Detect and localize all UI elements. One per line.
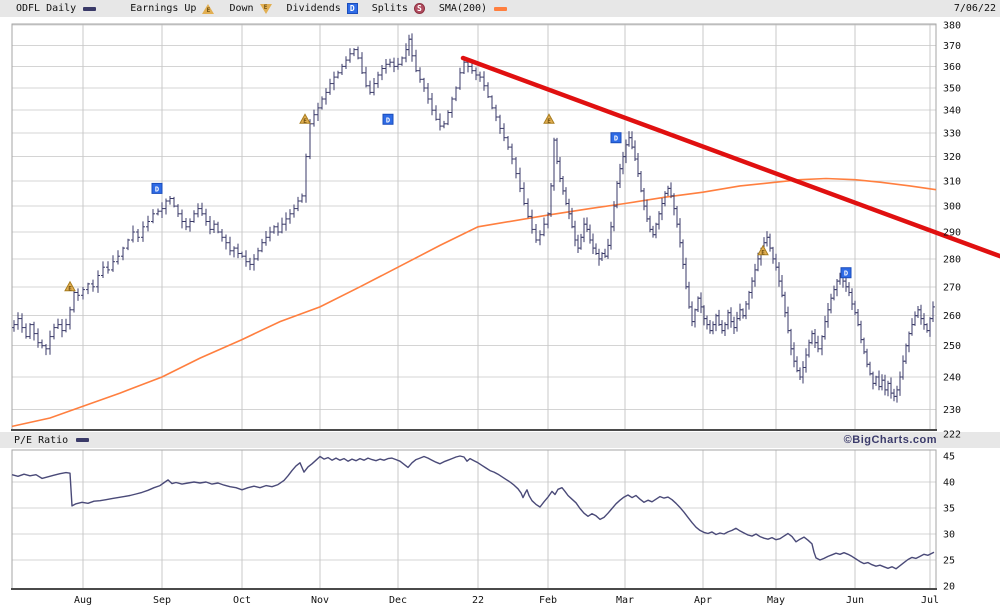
month-label: Aug — [74, 595, 92, 606]
pe-ratio-line — [11, 455, 935, 570]
earnings-up-marker: E — [757, 244, 769, 256]
month-label: Jul — [921, 595, 939, 606]
main-y-tick: 280 — [943, 254, 961, 265]
pe-y-tick: 35 — [943, 504, 955, 515]
month-label: Dec — [389, 595, 407, 606]
main-y-tick: 222 — [943, 430, 961, 441]
main-y-tick: 370 — [943, 41, 961, 52]
svg-text:E: E — [303, 118, 307, 125]
main-y-tick: 240 — [943, 373, 961, 384]
main-y-tick: 230 — [943, 405, 961, 416]
event-markers: E E E E D D D D — [64, 113, 852, 292]
main-y-tick: 290 — [943, 228, 961, 239]
svg-text:D: D — [844, 270, 848, 278]
month-label: 22 — [472, 595, 484, 606]
main-y-tick: 270 — [943, 282, 961, 293]
pe-y-tick: 20 — [943, 582, 955, 593]
sma200-line — [11, 177, 937, 428]
pe-y-tick: 40 — [943, 478, 955, 489]
dividend-marker: D — [151, 182, 163, 194]
dividend-marker: D — [610, 132, 622, 144]
month-label: May — [767, 595, 785, 606]
main-y-tick: 330 — [943, 129, 961, 140]
main-y-tick: 320 — [943, 152, 961, 163]
pe-y-tick: 25 — [943, 556, 955, 567]
gridlines — [11, 23, 937, 590]
price-bars — [12, 33, 935, 403]
month-label: Apr — [694, 595, 712, 606]
month-label: Jun — [846, 595, 864, 606]
main-y-tick: 350 — [943, 83, 961, 94]
month-label: Sep — [153, 595, 171, 606]
bigcharts-stock-chart: ODFL Daily Earnings Up E Down E Dividend… — [0, 0, 1000, 608]
svg-text:D: D — [614, 135, 618, 143]
main-y-tick: 340 — [943, 106, 961, 117]
svg-text:D: D — [155, 185, 159, 193]
month-label: Mar — [616, 595, 634, 606]
main-y-tick: 360 — [943, 62, 961, 73]
chart-canvas: E E E E D D D D 380 370 360 350 340 330 320 310 300 290 28… — [11, 21, 1000, 606]
svg-text:D: D — [386, 116, 390, 124]
pe-y-tick: 45 — [943, 452, 955, 463]
main-y-tick: 260 — [943, 311, 961, 322]
main-y-tick: 380 — [943, 21, 961, 32]
svg-text:E: E — [761, 249, 765, 256]
month-label: Feb — [539, 595, 557, 606]
svg-text:E: E — [547, 118, 551, 125]
pe-y-tick: 30 — [943, 530, 955, 541]
svg-text:E: E — [68, 285, 72, 292]
main-y-tick: 300 — [943, 202, 961, 213]
series — [11, 33, 1000, 570]
dividend-marker: D — [382, 113, 394, 125]
earnings-up-marker: E — [299, 113, 311, 125]
main-y-tick: 310 — [943, 176, 961, 187]
month-label: Oct — [233, 595, 251, 606]
month-label: Nov — [311, 595, 329, 606]
main-y-tick: 250 — [943, 341, 961, 352]
dividend-marker: D — [840, 267, 852, 279]
earnings-up-marker: E — [543, 113, 555, 125]
